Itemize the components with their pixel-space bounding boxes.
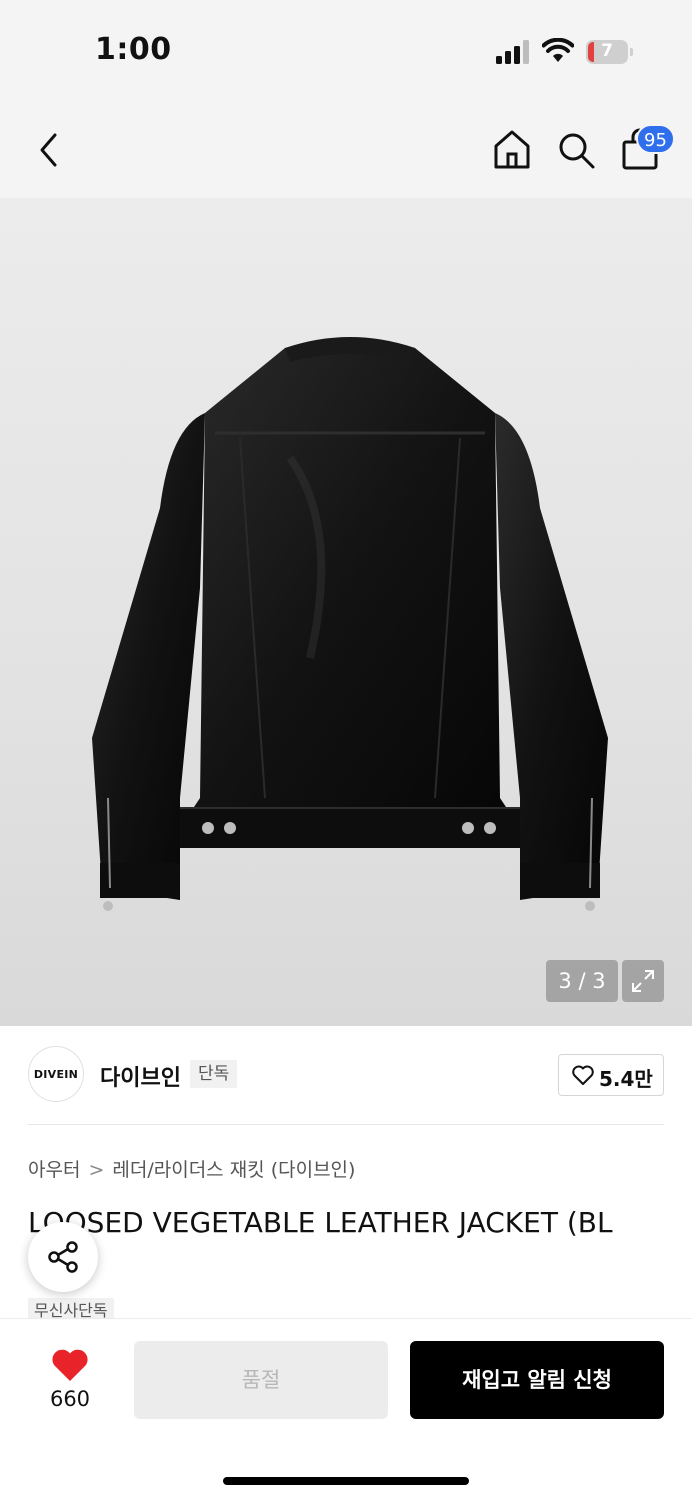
brand-exclusive-tag: 단독 (190, 1060, 238, 1088)
restock-alert-button[interactable]: 재입고 알림 신청 (410, 1341, 664, 1419)
brand-like-count: 5.4만 (599, 1067, 653, 1091)
breadcrumb-category[interactable]: 아우터 (28, 1155, 80, 1182)
status-time: 1:00 (95, 32, 172, 67)
cart-badge: 95 (636, 124, 675, 154)
status-bar: 1:00 7 (0, 0, 692, 100)
share-icon (48, 1241, 78, 1273)
battery-level: 7 (601, 41, 613, 61)
home-icon[interactable] (492, 128, 532, 170)
divider (28, 1124, 664, 1125)
expand-button[interactable] (622, 960, 664, 1002)
soldout-button: 품절 (134, 1341, 388, 1419)
battery-icon: 7 (586, 40, 634, 64)
top-navigation (0, 100, 692, 198)
heart-outline-icon (572, 1065, 594, 1085)
back-icon[interactable] (34, 130, 64, 170)
brand-logo[interactable]: DIVEIN (28, 1046, 84, 1102)
search-icon[interactable] (556, 130, 596, 170)
home-indicator[interactable] (223, 1477, 469, 1485)
wifi-icon (542, 38, 574, 62)
signal-icon (496, 40, 529, 64)
wish-count: 660 (49, 1387, 91, 1411)
share-button[interactable] (28, 1222, 98, 1292)
brand-like-button[interactable]: 5.4만 (558, 1054, 664, 1096)
product-photo (92, 337, 608, 911)
breadcrumb-separator: > (88, 1159, 105, 1181)
bottom-action-bar: 660 품절 재입고 알림 신청 (0, 1318, 692, 1500)
breadcrumb: 아우터 > 레더/라이더스 재킷 (다이브인) (28, 1155, 355, 1182)
product-image-gallery[interactable]: 3 / 3 (0, 198, 692, 1026)
image-counter: 3 / 3 (546, 960, 618, 1002)
brand-name[interactable]: 다이브인 (100, 1060, 181, 1092)
breadcrumb-subcategory[interactable]: 레더/라이더스 재킷 (다이브인) (112, 1155, 355, 1182)
brand-row: DIVEIN 다이브인 단독 5.4만 (28, 1046, 664, 1106)
expand-icon (632, 970, 654, 992)
product-title: LOOSED VEGETABLE LEATHER JACKET (BL (28, 1206, 613, 1239)
heart-filled-icon[interactable] (50, 1347, 90, 1383)
